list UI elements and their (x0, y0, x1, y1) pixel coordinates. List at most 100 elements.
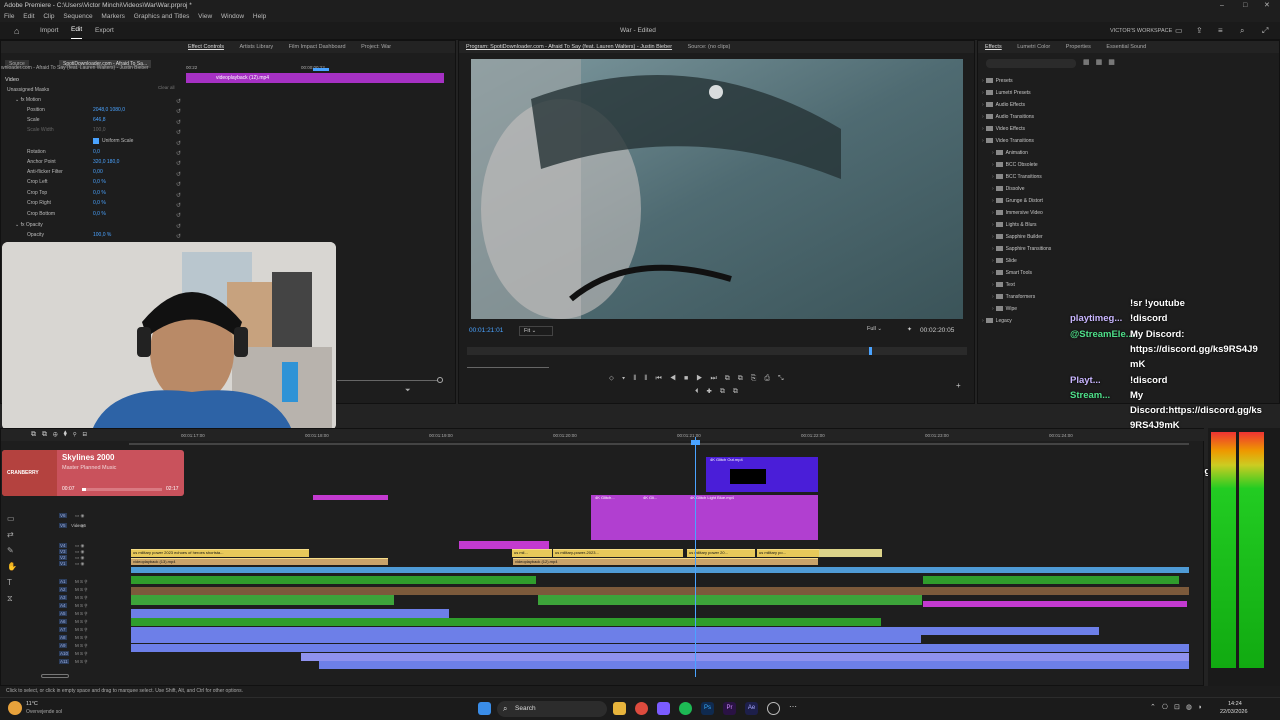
fit-dropdown[interactable]: Fit ⌄ (519, 326, 553, 336)
clip-v1-yellow[interactable] (819, 549, 882, 557)
property-row[interactable]: Crop Bottom 0,0 % (27, 209, 106, 219)
audio-clip[interactable] (301, 653, 1189, 661)
tab-film-impact[interactable]: Film Impact Dashboard (282, 41, 353, 53)
effects-folder[interactable]: › Text (992, 279, 1015, 291)
clock-date[interactable]: 22/03/2026 (1220, 709, 1248, 715)
tab-project[interactable]: Project: War (354, 41, 398, 53)
clip-v1-yellow[interactable]: us military power 2023 echoes of heroes … (131, 549, 309, 557)
track-controls-icon[interactable]: M S ⚲ (75, 603, 88, 609)
transport-controls[interactable]: ⬦▾⦀⦀⏮◀■▶⏭⧉⧉⎘⎙⤡ (609, 375, 792, 383)
file-explorer-icon[interactable] (613, 702, 626, 715)
add-button-icon[interactable]: + (956, 381, 961, 390)
tab-program[interactable]: Program: SpotiDownloader.com - Afraid To… (459, 41, 679, 53)
effects-folder[interactable]: › Wipe (992, 303, 1017, 315)
minimize-button[interactable]: – (1220, 0, 1224, 11)
effects-search-input[interactable] (986, 59, 1076, 68)
track-controls-icon[interactable]: M S ⚲ (75, 627, 88, 633)
effects-folder[interactable]: › Legacy (982, 315, 1012, 327)
workspace-label[interactable]: VICTOR'S WORKSPACE (1110, 22, 1172, 40)
audio-clip[interactable] (131, 635, 921, 643)
track-toggle[interactable]: A3 (59, 595, 67, 600)
app-icon[interactable]: ⋯ (789, 702, 802, 715)
work-area-bar[interactable] (129, 443, 1189, 445)
tab-import[interactable]: Import (40, 22, 58, 40)
property-row[interactable]: Anchor Point 320,0 180,0 (27, 157, 119, 167)
audio-clip[interactable] (538, 595, 922, 605)
clip-glitch-a[interactable]: 4K Glitch... 4K Gli... (591, 495, 686, 540)
track-toggle[interactable]: V2 (59, 555, 67, 560)
layout-icon[interactable]: ▭ (1175, 22, 1183, 40)
effects-folder[interactable]: › Slide (992, 255, 1017, 267)
menu-sequence[interactable]: Sequence (63, 13, 92, 20)
effects-folder[interactable]: › Video Transitions (982, 135, 1034, 147)
menu-help[interactable]: Help (253, 13, 266, 20)
track-controls-icon[interactable]: M S ⚲ (75, 643, 88, 649)
effects-folder[interactable]: › Lumetri Presets (982, 87, 1031, 99)
track-toggle[interactable]: A10 (59, 651, 70, 656)
menu-clip[interactable]: Clip (43, 13, 54, 20)
effects-filter-icons[interactable]: ▦▦▦ (1083, 58, 1121, 66)
ec-clip-bar[interactable]: videoplayback (12).mp4 (186, 73, 444, 83)
audio-clip[interactable] (131, 609, 449, 618)
chrome-icon[interactable] (635, 702, 648, 715)
property-row[interactable]: Opacity 100,0 % (27, 230, 111, 240)
track-toggle[interactable]: V5 (59, 523, 67, 528)
effects-folder[interactable]: › BCC Transitions (992, 171, 1042, 183)
track-toggle[interactable]: A6 (59, 619, 67, 624)
clip-v1-yellow[interactable]: us military po... (757, 549, 819, 557)
property-row[interactable]: Anti-flicker Filter 0,00 (27, 167, 103, 177)
tab-lumetri-color[interactable]: Lumetri Color (1010, 41, 1057, 53)
track-controls-icon[interactable]: M S ⚲ (75, 579, 88, 585)
menu-markers[interactable]: Markers (101, 13, 124, 20)
clock-time[interactable]: 14:24 (1228, 701, 1242, 707)
program-timecode[interactable]: 00:01:21:01 (469, 327, 503, 334)
track-toggle[interactable]: A5 (59, 611, 67, 616)
effects-folder[interactable]: › Transformers (992, 291, 1035, 303)
menu-window[interactable]: Window (221, 13, 244, 20)
track-toggle[interactable]: V1 (59, 561, 67, 566)
audio-clip[interactable] (923, 576, 1179, 584)
track-controls-icon[interactable]: ▭ ◉ (75, 561, 84, 567)
track-toggle[interactable]: V3 (59, 549, 67, 554)
close-button[interactable]: ✕ (1264, 0, 1270, 11)
effects-folder[interactable]: › Grunge & Distort (992, 195, 1043, 207)
clip-magenta[interactable] (313, 495, 388, 500)
track-controls-icon[interactable]: M S ⚲ (75, 659, 88, 665)
track-controls-icon[interactable]: M S ⚲ (75, 619, 88, 625)
after-effects-icon[interactable]: Ae (745, 702, 758, 715)
weather-desc[interactable]: Overvejende sol (26, 709, 62, 715)
property-row[interactable]: Crop Right 0,0 % (27, 198, 106, 208)
track-controls-icon[interactable]: M S ⚲ (75, 611, 88, 617)
effects-folder[interactable]: › Lights & Blurs (992, 219, 1037, 231)
property-row[interactable]: Position 2048,0 1080,0 (27, 105, 125, 115)
property-row[interactable]: ⌄ fx Motion (15, 95, 41, 105)
transport-secondary[interactable]: ⏴✚⧉⧉ (695, 388, 746, 396)
track-controls-icon[interactable]: ▭ ◉ (75, 513, 84, 519)
menu-file[interactable]: File (4, 13, 14, 20)
track-toggle[interactable]: A7 (59, 627, 67, 632)
track-toggle[interactable]: A2 (59, 587, 67, 592)
tab-artists-library[interactable]: Artists Library (233, 41, 281, 53)
quality-dropdown[interactable]: Full ⌄ (867, 326, 882, 332)
effects-folder[interactable]: › BCC Obsolete (992, 159, 1038, 171)
photoshop-icon[interactable]: Ps (701, 702, 714, 715)
timeline-playhead[interactable] (695, 437, 696, 677)
property-row[interactable]: Unassigned Masks (7, 85, 49, 95)
weather-icon[interactable] (8, 701, 22, 715)
property-row[interactable]: ⌄ fx Opacity (15, 220, 43, 230)
audio-clip[interactable] (131, 576, 536, 584)
system-tray-icons[interactable]: ⌃⎔⊡◍◗ (1150, 703, 1208, 711)
track-toggle[interactable]: A11 (59, 659, 69, 664)
expand-icon[interactable]: ⤢ (1262, 22, 1268, 40)
tools-column[interactable]: ▭ ⇄ ✎ ✋ T ⧖ (7, 511, 17, 607)
audio-clip[interactable] (923, 601, 1187, 607)
tab-effect-controls[interactable]: Effect Controls (181, 41, 231, 53)
audio-clip[interactable] (131, 618, 881, 626)
audio-clip[interactable] (131, 595, 394, 605)
panels-icon[interactable]: ≡ (1218, 22, 1223, 40)
track-toggle[interactable]: A8 (59, 635, 67, 640)
audio-clip[interactable] (131, 587, 1189, 595)
property-row[interactable]: Crop Top 0,0 % (27, 188, 106, 198)
clip-v1-tan[interactable]: videoplayback (12).mp4 (513, 558, 818, 565)
effects-folder[interactable]: › Audio Transitions (982, 111, 1034, 123)
